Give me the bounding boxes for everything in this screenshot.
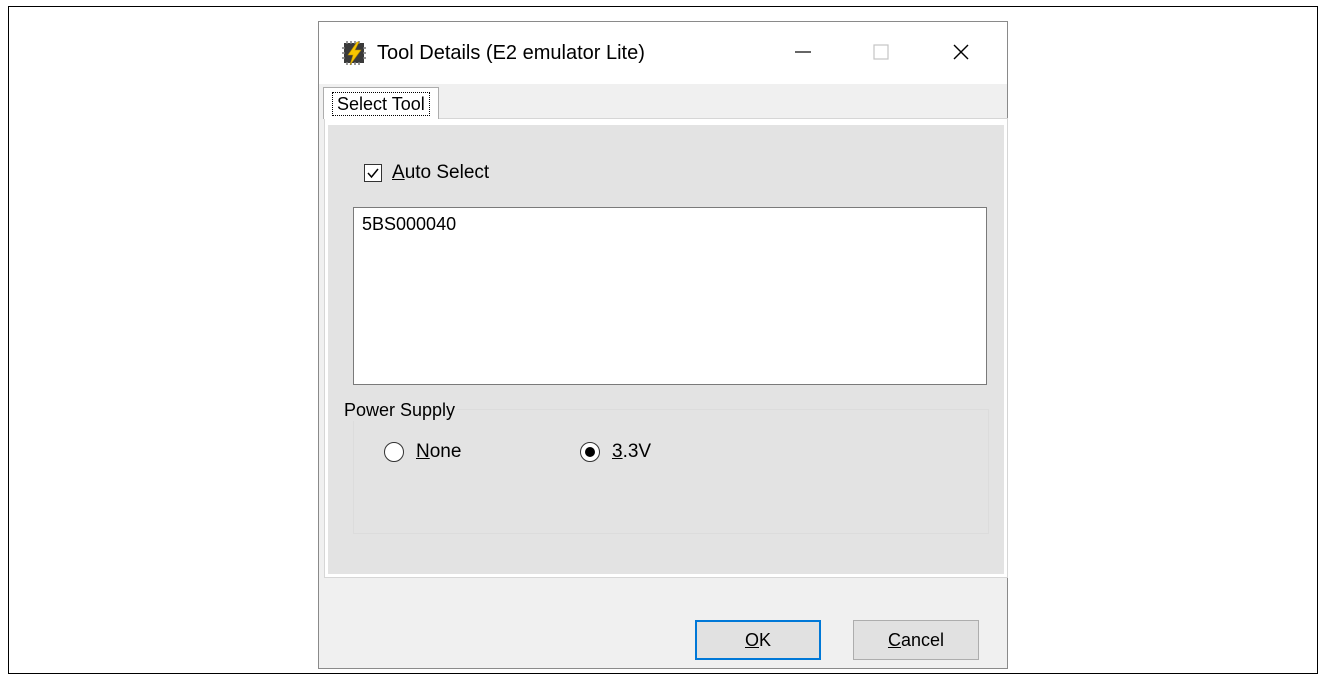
tab-select-tool[interactable]: Select Tool xyxy=(323,87,439,119)
radio-none-label: None xyxy=(416,441,462,462)
minimize-icon xyxy=(795,51,811,53)
radio-3-3v-label: 3.3V xyxy=(612,441,652,462)
power-supply-group xyxy=(353,409,989,534)
auto-select-label: Auto Select xyxy=(392,162,490,183)
checkbox-box[interactable] xyxy=(364,164,382,182)
tool-details-dialog: Tool Details (E2 emulator Lite) Select T… xyxy=(318,21,1008,669)
panel-content: Auto Select 5BS000040 Power Supply None … xyxy=(328,125,1004,574)
lightning-chip-icon xyxy=(341,40,367,66)
list-item[interactable]: 5BS000040 xyxy=(362,214,456,235)
radio-3-3v-circle[interactable] xyxy=(580,442,600,462)
cancel-button[interactable]: Cancel xyxy=(853,620,979,660)
maximize-button xyxy=(853,30,909,74)
title-bar[interactable]: Tool Details (E2 emulator Lite) xyxy=(319,22,1007,84)
tab-label: Select Tool xyxy=(332,91,430,116)
close-button[interactable] xyxy=(933,30,989,74)
auto-select-checkbox[interactable]: Auto Select xyxy=(364,162,489,184)
radio-none-circle[interactable] xyxy=(384,442,404,462)
close-icon xyxy=(953,44,969,60)
tool-listbox[interactable]: 5BS000040 xyxy=(353,207,987,385)
window-title: Tool Details (E2 emulator Lite) xyxy=(377,42,645,64)
power-supply-label: Power Supply xyxy=(342,400,458,421)
select-tool-panel: Auto Select 5BS000040 Power Supply None … xyxy=(324,118,1008,578)
radio-none[interactable]: None xyxy=(384,441,461,463)
radio-selected-dot xyxy=(585,447,595,457)
checkmark-icon xyxy=(367,168,379,179)
radio-3-3v[interactable]: 3.3V xyxy=(580,441,651,463)
minimize-button[interactable] xyxy=(775,30,831,74)
ok-button[interactable]: OK xyxy=(695,620,821,660)
maximize-icon xyxy=(873,44,889,60)
